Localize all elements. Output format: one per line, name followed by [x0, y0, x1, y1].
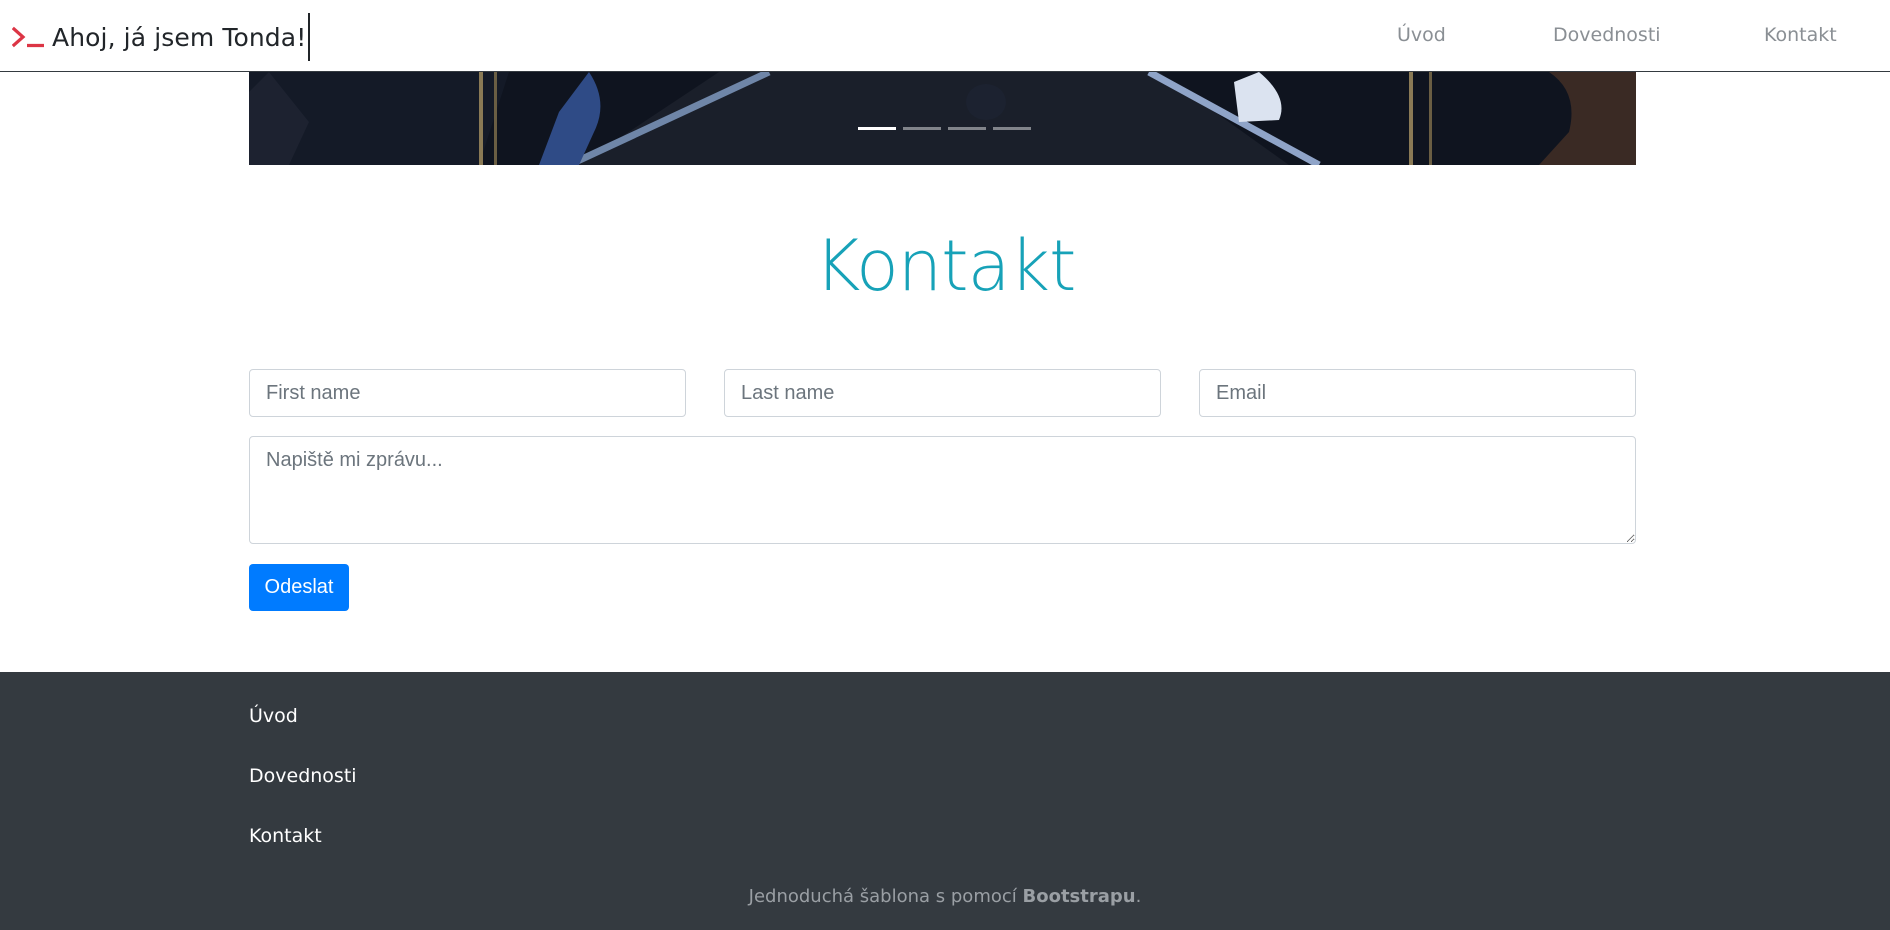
terminal-prompt-icon [12, 26, 44, 48]
footer-link-kontakt[interactable]: Kontakt [249, 825, 322, 847]
nav-link-dovednosti[interactable]: Dovednosti [1553, 24, 1661, 46]
footer-link-dovednosti[interactable]: Dovednosti [249, 765, 357, 787]
message-textarea[interactable] [249, 436, 1636, 544]
page-footer: Úvod Dovednosti Kontakt Jednoduchá šablo… [0, 672, 1890, 930]
nav-link-uvod[interactable]: Úvod [1397, 24, 1446, 46]
carousel-indicator-4[interactable] [993, 127, 1031, 130]
top-navbar: Ahoj, já jsem Tonda! Úvod Dovednosti Kon… [0, 0, 1890, 72]
carousel-slide-image [249, 72, 1636, 165]
submit-button[interactable]: Odeslat [249, 564, 349, 611]
contact-title: Kontakt [814, 225, 1077, 307]
footer-credit-bootstrap: Bootstrapu [1022, 886, 1136, 907]
nav-link-kontakt[interactable]: Kontakt [1764, 24, 1837, 46]
footer-credit-suffix: . [1135, 886, 1142, 907]
hero-carousel [249, 72, 1636, 165]
typing-cursor [308, 13, 311, 61]
carousel-indicator-2[interactable] [903, 127, 941, 130]
first-name-input[interactable] [249, 369, 686, 417]
footer-credit: Jednoduchá šablona s pomocí Bootstrapu. [0, 886, 1890, 907]
carousel-indicators [253, 127, 1636, 130]
last-name-input[interactable] [724, 369, 1161, 417]
brand-link[interactable]: Ahoj, já jsem Tonda! [12, 13, 311, 61]
footer-link-uvod[interactable]: Úvod [249, 705, 298, 727]
carousel-indicator-1[interactable] [858, 127, 896, 130]
footer-credit-prefix: Jednoduchá šablona s pomocí [748, 886, 1023, 907]
brand-text: Ahoj, já jsem Tonda! [52, 22, 307, 52]
email-input[interactable] [1199, 369, 1636, 417]
carousel-indicator-3[interactable] [948, 127, 986, 130]
